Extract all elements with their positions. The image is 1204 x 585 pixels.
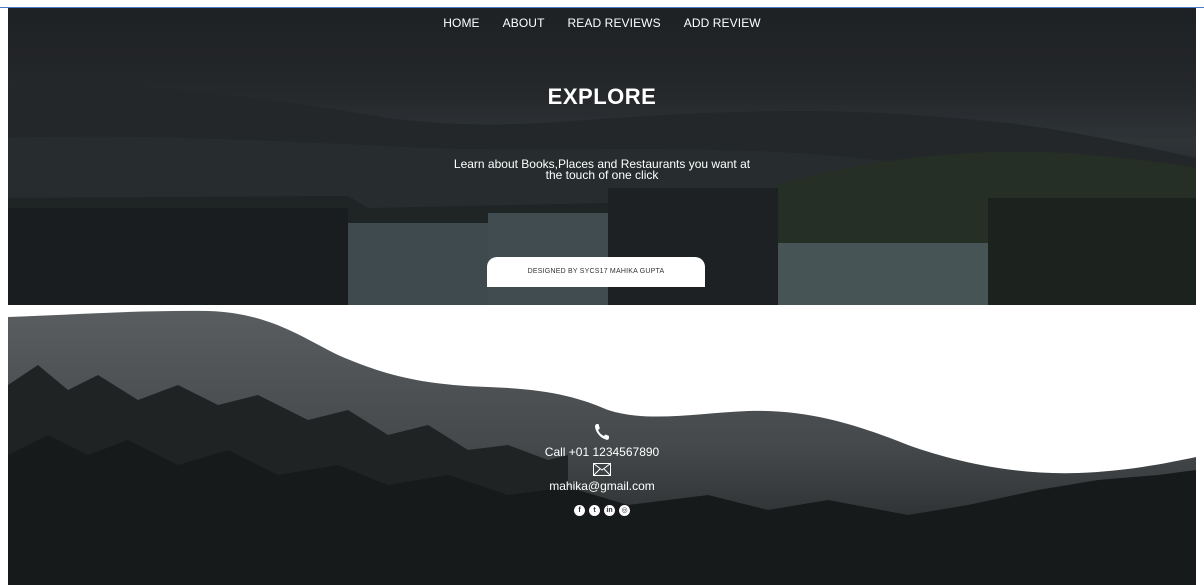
facebook-icon[interactable]: f: [574, 505, 585, 516]
top-strip: [0, 0, 1204, 8]
call-text: Call +01 1234567890: [544, 445, 660, 459]
designer-credit: DESIGNED BY SYCS17 MAHIKA GUPTA: [487, 257, 705, 287]
social-links: f t in ◎: [8, 505, 1196, 516]
top-nav: HOME ABOUT READ REVIEWS ADD REVIEW: [8, 16, 1196, 30]
instagram-icon[interactable]: ◎: [619, 505, 630, 516]
nav-add-review[interactable]: ADD REVIEW: [684, 16, 761, 30]
nav-home[interactable]: HOME: [443, 16, 479, 30]
email-link[interactable]: mahika@gmail.com: [8, 479, 1196, 493]
hero-title: EXPLORE: [547, 84, 657, 109]
contact-block: Call +01 1234567890 mahika@gmail.com f t…: [8, 423, 1196, 516]
twitter-icon[interactable]: t: [589, 505, 600, 516]
linkedin-icon[interactable]: in: [604, 505, 615, 516]
phone-icon: [595, 424, 609, 440]
hero-subtitle: Learn about Books,Places and Restaurants…: [453, 157, 751, 182]
envelope-icon: [593, 463, 611, 476]
footer-section: Call +01 1234567890 mahika@gmail.com f t…: [8, 305, 1196, 585]
nav-read-reviews[interactable]: READ REVIEWS: [568, 16, 661, 30]
nav-about[interactable]: ABOUT: [503, 16, 545, 30]
